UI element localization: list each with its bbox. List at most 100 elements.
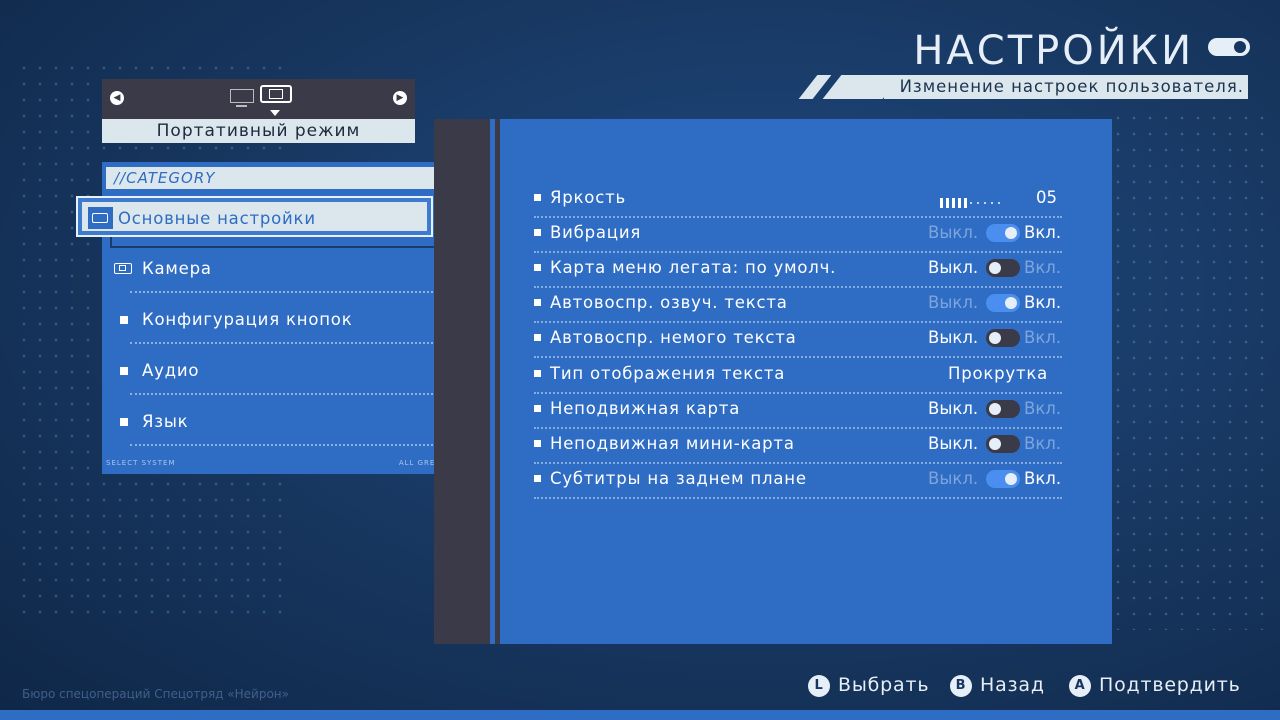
brightness-bar-filled — [964, 197, 967, 208]
category-item-language[interactable]: Язык — [102, 408, 453, 448]
on-label: Вкл. — [1024, 258, 1062, 277]
setting-label: Автовоспр. озвуч. текста — [550, 293, 788, 312]
category-item-label: Камера — [142, 259, 212, 278]
bullet-icon — [534, 264, 541, 271]
text-display-value[interactable]: Прокрутка — [948, 362, 1048, 386]
on-label: Вкл. — [1024, 223, 1062, 242]
brightness-slider[interactable] — [940, 192, 1005, 208]
on-label: Вкл. — [1024, 469, 1062, 488]
hint-confirm[interactable]: A Подтвердить — [1069, 672, 1241, 698]
category-item-camera[interactable]: Камера — [102, 255, 453, 295]
hint-select[interactable]: L Выбрать — [808, 672, 929, 698]
page-subtitle: Изменение настроек пользователя. — [884, 75, 1248, 99]
brightness-value: 05 — [1036, 188, 1057, 207]
dotted-divider — [534, 497, 1062, 499]
page-title: НАСТРОЙКИ — [913, 28, 1194, 74]
dotted-divider — [534, 427, 1062, 429]
dotted-divider — [534, 251, 1062, 253]
bottom-bar — [0, 710, 1280, 720]
autoplay-silent-toggle[interactable] — [986, 329, 1020, 347]
brightness-bar-empty — [991, 201, 993, 204]
setting-label: Субтитры на заднем плане — [550, 469, 807, 488]
toggle-icon — [1208, 38, 1250, 56]
dotted-divider — [130, 393, 445, 395]
dot-pattern-right — [1110, 110, 1270, 630]
background-subtitles-toggle[interactable] — [986, 470, 1020, 488]
setting-label: Вибрация — [550, 223, 642, 242]
brightness-bar-empty — [984, 201, 986, 204]
mode-selector[interactable]: ◀ ▶ — [102, 79, 415, 119]
brightness-bar-empty — [998, 201, 1000, 204]
dotted-divider — [534, 356, 1062, 358]
category-item-controls[interactable]: Конфигурация кнопок — [102, 306, 453, 346]
category-item-general[interactable]: Основные настройки — [76, 196, 433, 237]
brightness-bar-empty — [977, 201, 979, 204]
hint-label: Назад — [980, 674, 1045, 696]
bullet-icon — [534, 194, 541, 201]
setting-label: Карта меню легата: по умолч. — [550, 258, 837, 277]
hint-label: Подтвердить — [1099, 674, 1241, 696]
bullet-icon — [534, 405, 541, 412]
off-label: Выкл. — [928, 293, 979, 312]
handheld-icon — [260, 85, 292, 103]
hint-back[interactable]: B Назад — [950, 672, 1045, 698]
category-item-audio[interactable]: Аудио — [102, 357, 453, 397]
left-arrow-icon[interactable]: ◀ — [110, 91, 124, 105]
autoplay-voiced-toggle[interactable] — [986, 294, 1020, 312]
bullet-icon — [534, 334, 541, 341]
off-label: Выкл. — [928, 223, 979, 242]
brightness-bar-filled — [952, 197, 955, 208]
setting-row-autoplay-silent[interactable]: Автовоспр. немого текста Выкл. Вкл. — [534, 326, 1062, 361]
off-label: Выкл. — [928, 328, 979, 347]
settings-panel-stripe — [490, 119, 495, 644]
l-button-icon: L — [808, 674, 830, 697]
on-label: Вкл. — [1024, 399, 1062, 418]
on-label: Вкл. — [1024, 328, 1062, 347]
setting-row-text-display[interactable]: Тип отображения текста Прокрутка — [534, 362, 1062, 397]
tv-icon — [230, 89, 254, 107]
mode-label: Портативный режим — [102, 119, 415, 143]
brightness-bar-filled — [946, 197, 949, 208]
dotted-divider — [534, 321, 1062, 323]
off-label: Выкл. — [928, 399, 979, 418]
bullet-icon — [534, 299, 541, 306]
setting-row-fixed-map[interactable]: Неподвижная карта Выкл. Вкл. — [534, 397, 1062, 432]
right-arrow-icon[interactable]: ▶ — [393, 91, 407, 105]
bullet-icon — [120, 316, 128, 324]
setting-label: Автовоспр. немого текста — [550, 328, 797, 347]
dotted-divider — [534, 286, 1062, 288]
fixed-map-toggle[interactable] — [986, 400, 1020, 418]
brightness-bar-empty — [970, 201, 972, 204]
setting-row-autoplay-voiced[interactable]: Автовоспр. озвуч. текста Выкл. Вкл. — [534, 291, 1062, 326]
bullet-icon — [534, 440, 541, 447]
fixed-minimap-toggle[interactable] — [986, 435, 1020, 453]
dotted-divider — [130, 342, 445, 344]
bullet-icon — [534, 229, 541, 236]
caret-down-icon — [270, 110, 280, 116]
category-item-label: Основные настройки — [118, 209, 316, 228]
brightness-bar-filled — [958, 197, 961, 208]
setting-row-brightness[interactable]: Яркость 05 — [534, 186, 1062, 221]
selection-highlight: Основные настройки — [82, 202, 427, 231]
on-label: Вкл. — [1024, 293, 1062, 312]
off-label: Выкл. — [928, 258, 979, 277]
a-button-icon: A — [1069, 674, 1091, 697]
setting-label: Неподвижная мини-карта — [550, 434, 795, 453]
footer-tag-left: SELECT SYSTEM — [106, 459, 176, 467]
category-item-label: Конфигурация кнопок — [142, 310, 353, 329]
setting-row-background-subtitles[interactable]: Субтитры на заднем плане Выкл. Вкл. — [534, 467, 1062, 502]
handheld-icon — [88, 207, 113, 229]
legate-map-toggle[interactable] — [986, 259, 1020, 277]
setting-row-fixed-minimap[interactable]: Неподвижная мини-карта Выкл. Вкл. — [534, 432, 1062, 467]
handheld-icon — [114, 263, 132, 274]
b-button-icon: B — [950, 674, 972, 697]
setting-row-legate-map[interactable]: Карта меню легата: по умолч. Выкл. Вкл. — [534, 256, 1062, 291]
dotted-divider — [130, 444, 445, 446]
setting-row-vibration[interactable]: Вибрация Выкл. Вкл. — [534, 221, 1062, 256]
dotted-divider — [534, 216, 1062, 218]
off-label: Выкл. — [928, 434, 979, 453]
bullet-icon — [534, 370, 541, 377]
vibration-toggle[interactable] — [986, 224, 1020, 242]
setting-label: Тип отображения текста — [550, 364, 786, 383]
dotted-divider — [534, 392, 1062, 394]
